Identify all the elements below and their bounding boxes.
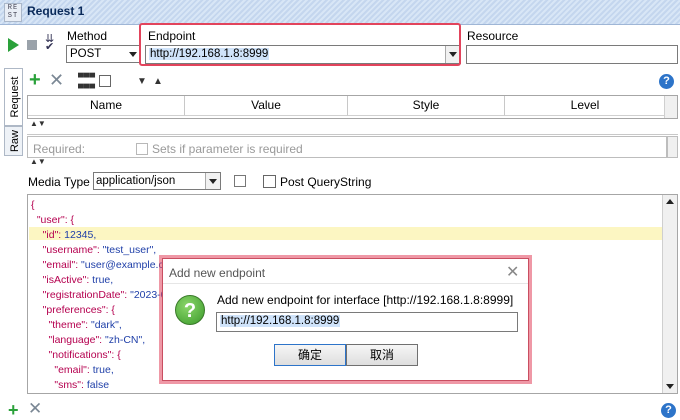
json-text: { — [31, 199, 35, 211]
json-value: "test_user", — [99, 244, 157, 256]
cancel-button[interactable]: 取消 — [346, 344, 418, 366]
json-value: "dark", — [88, 319, 122, 331]
help-icon[interactable]: ? — [659, 74, 674, 89]
required-description: Sets if parameter is required — [152, 142, 303, 156]
scroll-down-icon[interactable] — [666, 384, 674, 389]
code-line: "theme": "dark", — [31, 319, 122, 332]
media-type-label: Media Type — [28, 175, 90, 189]
json-value: 12345, — [61, 229, 97, 241]
chevron-down-icon — [129, 52, 137, 57]
json-value: true, — [89, 364, 114, 376]
table-scrollbar[interactable] — [664, 96, 677, 118]
code-line: "username": "test_user", — [31, 244, 157, 257]
media-type-select[interactable]: application/json — [93, 172, 221, 190]
endpoint-highlight — [139, 23, 461, 66]
code-line: "email": true, — [31, 364, 114, 377]
dialog-divider — [163, 283, 528, 284]
code-line: "language": "zh-CN", — [31, 334, 146, 347]
question-icon: ? — [175, 295, 205, 325]
splitter[interactable]: ▲▼ — [27, 158, 678, 170]
splitter-arrows-icon: ▲▼ — [30, 157, 46, 166]
window-title: Request 1 — [27, 4, 85, 18]
post-querystring-label: Post QueryString — [280, 175, 372, 189]
title-bar: RE ST Request 1 — [0, 0, 680, 25]
json-key: "email" — [31, 259, 76, 271]
format-icon[interactable] — [234, 175, 246, 187]
scroll-up-icon[interactable] — [666, 199, 674, 204]
json-key: "theme" — [31, 319, 86, 331]
method-value: POST — [70, 48, 102, 60]
json-key: "language" — [31, 334, 100, 346]
ok-button[interactable]: 确定 — [274, 344, 346, 366]
dialog-message: Add new endpoint for interface [http://1… — [217, 293, 514, 307]
required-label: Required: — [33, 142, 86, 156]
params-table: Name Value Style Level — [27, 95, 678, 119]
json-text: "preferences": { — [31, 304, 115, 316]
close-icon[interactable]: ✕ — [506, 262, 519, 282]
splitter[interactable]: ▲▼ — [27, 120, 678, 135]
media-type-value: application/json — [96, 175, 176, 187]
required-checkbox[interactable] — [136, 143, 148, 155]
remove-icon[interactable]: ✕ — [28, 400, 42, 417]
add-icon[interactable]: + — [8, 401, 19, 419]
code-line: "notifications": { — [31, 349, 121, 362]
add-param-icon[interactable]: + — [29, 70, 41, 90]
method-label: Method — [67, 29, 108, 43]
column-header-style[interactable]: Style — [348, 96, 505, 116]
chevron-down-icon — [209, 179, 217, 184]
media-type-dropdown[interactable] — [205, 173, 220, 189]
code-line: "id": 12345, — [31, 229, 97, 242]
json-text: "user": { — [31, 214, 75, 226]
resource-label: Resource — [467, 29, 519, 43]
json-text: "notifications": { — [31, 349, 121, 361]
column-header-level[interactable]: Level — [505, 96, 666, 116]
side-tabs: Request Raw — [4, 68, 24, 158]
editor-scrollbar[interactable] — [662, 195, 677, 393]
resource-input[interactable] — [466, 45, 678, 64]
help-icon[interactable]: ? — [661, 403, 676, 418]
stop-icon[interactable] — [27, 40, 37, 50]
properties-icon[interactable]: ▀▀▀ ▄▄▄ — [78, 74, 95, 88]
column-header-value[interactable]: Value — [185, 96, 348, 116]
json-value: "zh-CN", — [102, 334, 146, 346]
code-line: { — [31, 199, 35, 212]
add-endpoint-dialog: Add new endpoint ✕ ? Add new endpoint fo… — [162, 258, 529, 381]
rest-icon: RE ST — [4, 3, 22, 22]
code-line: "registrationDate": "2023-05 — [31, 289, 173, 302]
grid-icon[interactable] — [99, 75, 111, 87]
run-icon[interactable] — [8, 38, 19, 52]
code-line: "isActive": true, — [31, 274, 114, 287]
dialog-title: Add new endpoint — [169, 266, 266, 280]
remove-param-icon[interactable]: ✕ — [49, 71, 64, 89]
required-field: Required: Sets if parameter is required — [27, 136, 667, 158]
code-line: "user": { — [31, 214, 74, 227]
endpoint-input-value: http://192.168.1.8:8999 — [220, 315, 341, 327]
method-select[interactable]: POST — [66, 45, 140, 63]
json-key: "id" — [31, 229, 59, 241]
current-line-highlight — [29, 227, 663, 240]
json-key: "sms" — [31, 379, 82, 391]
move-down-icon[interactable]: ▼ — [137, 76, 147, 87]
json-key: "email" — [31, 364, 87, 376]
json-key: "username" — [31, 244, 97, 256]
post-querystring-checkbox[interactable] — [263, 175, 276, 188]
required-scroll[interactable] — [667, 136, 678, 158]
json-key: "registrationDate" — [31, 289, 125, 301]
column-header-name[interactable]: Name — [28, 96, 185, 116]
json-key: "isActive" — [31, 274, 87, 286]
json-value: false — [83, 379, 110, 391]
endpoint-input[interactable]: http://192.168.1.8:8999 — [216, 312, 518, 332]
code-line: "sms": false — [31, 379, 109, 392]
splitter-arrows-icon: ▲▼ — [30, 119, 46, 128]
move-up-icon[interactable]: ▲ — [153, 76, 163, 87]
code-line: "preferences": { — [31, 304, 115, 317]
submit-icon[interactable]: ⇊ ✔ — [45, 34, 59, 53]
tab-raw[interactable]: Raw — [4, 126, 23, 156]
json-value: true, — [89, 274, 114, 286]
tab-raw-label: Raw — [9, 130, 21, 153]
